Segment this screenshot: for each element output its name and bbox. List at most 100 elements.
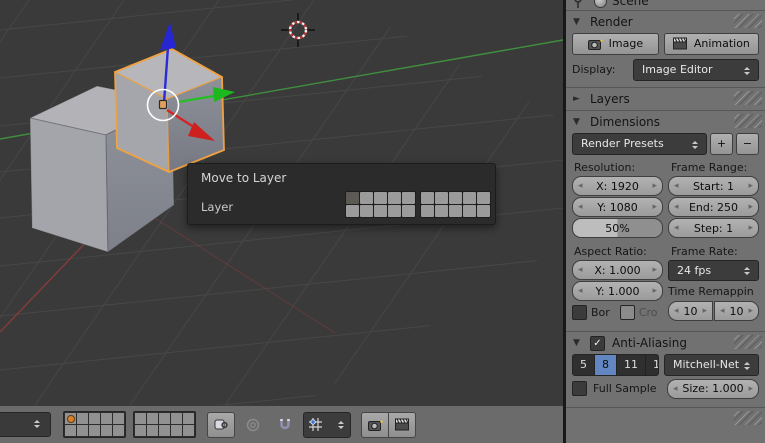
- layer-button[interactable]: [402, 192, 415, 204]
- aspect-x-field[interactable]: X: 1.000: [572, 260, 663, 280]
- snap-toggle-button[interactable]: [271, 412, 299, 438]
- layer-toggle[interactable]: [171, 425, 182, 436]
- resolution-percentage-slider[interactable]: 50%: [572, 218, 663, 238]
- aspect-y-field[interactable]: Y: 1.000: [572, 281, 663, 301]
- panel-title: Layers: [590, 92, 630, 106]
- viewport-3d[interactable]: Move to Layer Layer: [0, 0, 563, 443]
- remap-old-field[interactable]: 10: [668, 301, 713, 321]
- layer-button[interactable]: [360, 205, 373, 217]
- render-buttons: [361, 411, 416, 438]
- frame-end-field[interactable]: End: 250: [668, 197, 759, 217]
- layer-toggle[interactable]: [101, 425, 112, 436]
- layer-button[interactable]: [360, 192, 373, 204]
- layer-toggle[interactable]: [135, 413, 146, 424]
- aa-sample-8[interactable]: 8: [595, 354, 617, 375]
- layer-button[interactable]: [435, 192, 448, 204]
- panel-header-layers[interactable]: ► Layers: [566, 88, 765, 110]
- layer-toggle[interactable]: [101, 413, 112, 424]
- resolution-label: Resolution:: [574, 160, 636, 174]
- crop-checkbox[interactable]: [619, 304, 635, 320]
- border-checkbox[interactable]: [572, 304, 587, 320]
- field-value: Step: 1: [693, 221, 734, 235]
- layer-toggle[interactable]: [65, 413, 76, 424]
- layer-toggle[interactable]: [77, 425, 88, 436]
- layer-button[interactable]: [435, 205, 448, 217]
- panel-header-render[interactable]: ▼ Render: [566, 11, 765, 33]
- frame-step-field[interactable]: Step: 1: [668, 218, 759, 238]
- magnet-icon: [280, 418, 290, 429]
- layer-toggle[interactable]: [159, 413, 170, 424]
- remove-preset-button[interactable]: −: [736, 132, 759, 155]
- panel-title: Dimensions: [590, 115, 661, 129]
- time-remapping-label: Time Remappin: [668, 284, 754, 298]
- remap-new-field[interactable]: 10: [714, 301, 759, 321]
- aa-sample-5[interactable]: 5: [573, 354, 595, 375]
- frame-start-field[interactable]: Start: 1: [668, 176, 759, 196]
- layer-toggle[interactable]: [77, 413, 88, 424]
- layer-toggle[interactable]: [183, 425, 194, 436]
- resolution-x-field[interactable]: X: 1920: [572, 176, 663, 196]
- layer-button[interactable]: [402, 205, 415, 217]
- layer-button[interactable]: [463, 192, 476, 204]
- add-preset-button[interactable]: +: [710, 132, 733, 155]
- button-label: Image: [608, 37, 644, 50]
- frame-rate-dropdown[interactable]: 24 fps: [668, 260, 759, 281]
- toolbar-layer-grid-right: [133, 411, 196, 438]
- field-value: X: 1.000: [594, 263, 641, 277]
- layer-button[interactable]: [388, 205, 401, 217]
- clapperboard-icon: [394, 418, 409, 431]
- layer-button[interactable]: [449, 205, 462, 217]
- render-animation-button-panel[interactable]: Animation: [663, 32, 759, 55]
- layer-button[interactable]: [421, 192, 434, 204]
- checkbox-label: Bor: [591, 305, 610, 319]
- layer-button[interactable]: [388, 192, 401, 204]
- layer-toggle[interactable]: [159, 425, 170, 436]
- layer-button[interactable]: [421, 205, 434, 217]
- layer-toggle[interactable]: [171, 413, 182, 424]
- mode-dropdown[interactable]: [0, 412, 51, 437]
- layer-button[interactable]: [477, 205, 490, 217]
- aa-sample-16[interactable]: 16: [646, 355, 658, 375]
- dropdown-value: Mitchell-Net: [673, 358, 740, 371]
- aa-size-field[interactable]: Size: 1.000: [667, 378, 759, 399]
- layer-toggle[interactable]: [65, 425, 76, 436]
- layer-toggle[interactable]: [113, 425, 124, 436]
- layer-button[interactable]: [374, 205, 387, 217]
- layer-toggle[interactable]: [147, 413, 158, 424]
- collapsed-triangle-icon: ►: [573, 94, 580, 104]
- proportional-edit-button[interactable]: [239, 412, 267, 438]
- layer-toggle[interactable]: [183, 413, 194, 424]
- scene-lock-button[interactable]: [207, 411, 235, 438]
- panel-header-next-clipped[interactable]: [566, 408, 765, 430]
- render-presets-dropdown[interactable]: Render Presets: [572, 132, 707, 155]
- render-image-button[interactable]: Image: [572, 32, 659, 55]
- full-sample-checkbox[interactable]: [572, 381, 587, 396]
- antialiasing-checkbox[interactable]: ✓: [590, 335, 605, 351]
- field-value: 10: [729, 304, 744, 318]
- layer-button[interactable]: [449, 192, 462, 204]
- panel-header-antialiasing[interactable]: ▼ ✓ Anti-Aliasing: [566, 332, 765, 354]
- aa-filter-dropdown[interactable]: Mitchell-Net: [664, 353, 759, 376]
- panel-header-dimensions[interactable]: ▼ Dimensions: [566, 111, 765, 133]
- layer-toggle[interactable]: [135, 425, 146, 436]
- layer-button[interactable]: [477, 192, 490, 204]
- panel-drag-stripes-icon: [734, 91, 762, 105]
- display-dropdown[interactable]: Image Editor: [633, 58, 759, 81]
- pin-icon[interactable]: [572, 0, 584, 9]
- clapperboard-icon: [672, 37, 687, 50]
- snap-element-dropdown[interactable]: [303, 411, 351, 438]
- scene-icon: [594, 0, 607, 8]
- layer-button[interactable]: [346, 192, 359, 204]
- render-animation-button[interactable]: [389, 411, 416, 438]
- layer-button[interactable]: [374, 192, 387, 204]
- layer-button[interactable]: [346, 205, 359, 217]
- aa-sample-11[interactable]: 11: [617, 354, 646, 375]
- layer-toggle[interactable]: [89, 413, 100, 424]
- layer-button[interactable]: [463, 205, 476, 217]
- breadcrumb-scene[interactable]: Scene: [612, 0, 649, 8]
- layer-toggle[interactable]: [113, 413, 124, 424]
- render-still-button[interactable]: [361, 411, 389, 438]
- layer-toggle[interactable]: [89, 425, 100, 436]
- resolution-y-field[interactable]: Y: 1080: [572, 197, 663, 217]
- layer-toggle[interactable]: [147, 425, 158, 436]
